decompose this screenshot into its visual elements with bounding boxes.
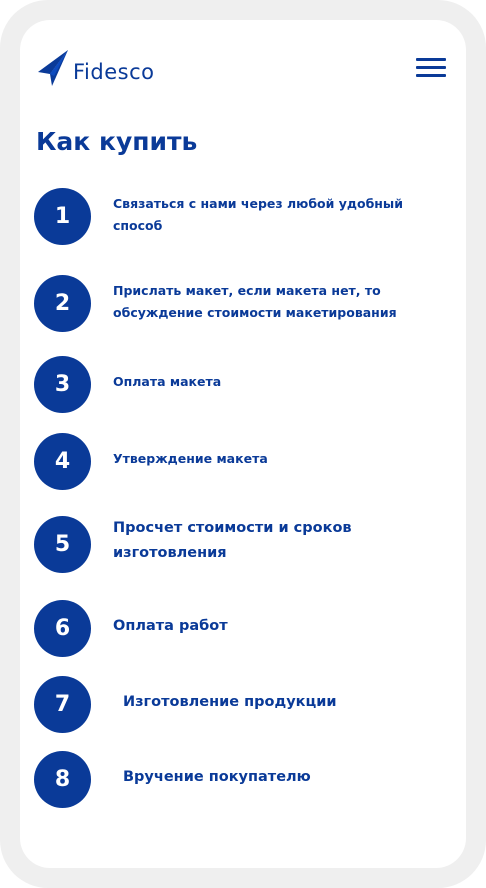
step-text: Утверждение макета (113, 451, 268, 466)
step-text: Прислать макет, если макета нет, то обсу… (113, 283, 397, 320)
step-text: Связаться с нами через любой удобный спо… (113, 196, 403, 233)
step-text: Вручение покупателю (123, 769, 311, 785)
page-title: Как купить (36, 127, 198, 156)
step-number-badge: 2 (34, 275, 91, 332)
step-number-badge: 4 (34, 433, 91, 490)
step-text: Изготовление продукции (123, 694, 337, 710)
step-number-badge: 8 (34, 751, 91, 808)
step-text: Оплата работ (113, 618, 228, 634)
step-number-badge: 7 (34, 676, 91, 733)
hamburger-menu-icon[interactable] (416, 56, 448, 80)
paper-plane-logo-icon (36, 48, 70, 88)
step-text: Просчет стоимости и сроков изготовления (113, 520, 352, 561)
device-frame: Fidesco Как купить 1 Связаться с нами че… (0, 0, 486, 888)
step-number-badge: 6 (34, 600, 91, 657)
step-number-badge: 3 (34, 356, 91, 413)
step-number-badge: 5 (34, 516, 91, 573)
step-text: Оплата макета (113, 374, 222, 389)
logo-text: Fidesco (73, 60, 155, 84)
logo[interactable]: Fidesco (36, 48, 154, 88)
step-number-badge: 1 (34, 188, 91, 245)
screen: Fidesco Как купить 1 Связаться с нами че… (20, 20, 466, 868)
